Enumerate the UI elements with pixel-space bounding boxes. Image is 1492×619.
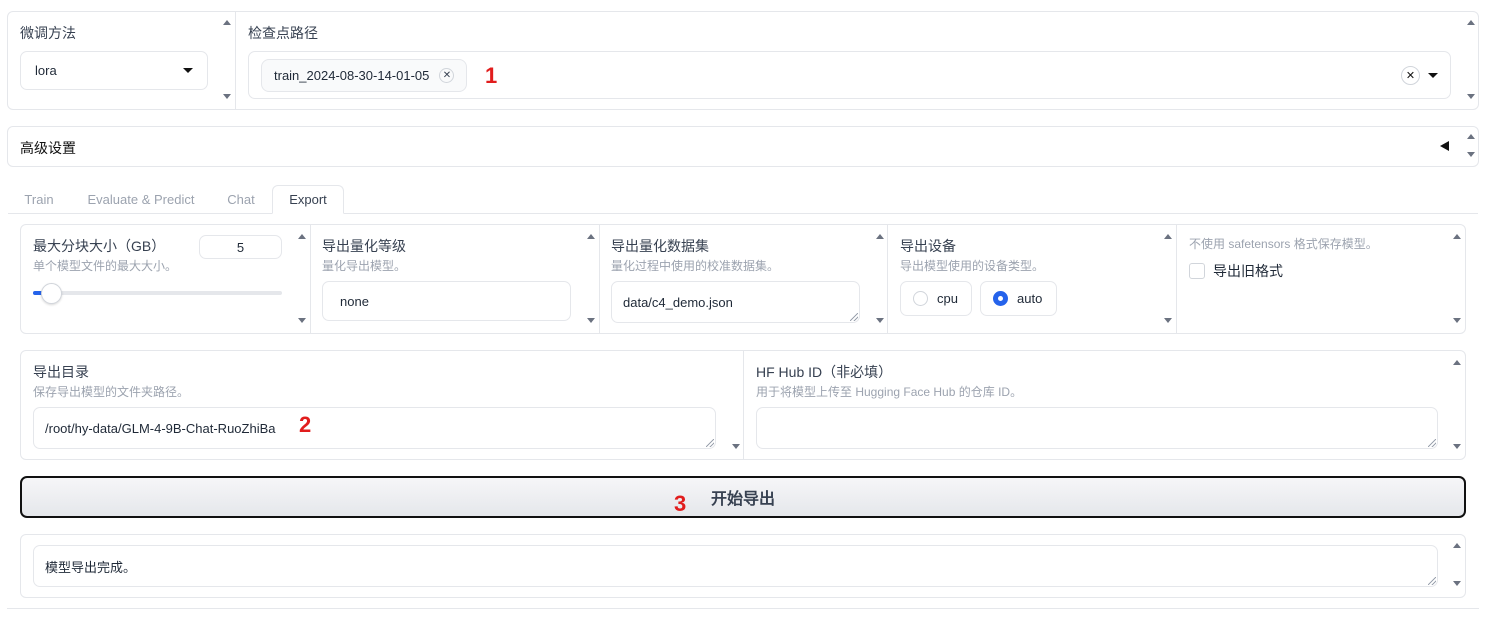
scroll-up-icon[interactable]	[1467, 134, 1475, 139]
checkpoint-multiselect[interactable]: train_2024-08-30-14-01-05 ✕ ✕	[248, 51, 1451, 99]
export-dir-value: /root/hy-data/GLM-4-9B-Chat-RuoZhiBa	[45, 420, 276, 436]
export-dir-textbox[interactable]: /root/hy-data/GLM-4-9B-Chat-RuoZhiBa	[33, 407, 716, 449]
tab-export[interactable]: Export	[272, 185, 344, 214]
resize-handle-icon[interactable]	[706, 439, 714, 447]
quant-bit-value: none	[340, 293, 369, 309]
annotation-number-1: 1	[485, 63, 498, 88]
chevron-down-icon	[183, 68, 193, 73]
device-option-cpu-label: cpu	[937, 291, 958, 306]
quant-dataset-label: 导出量化数据集	[611, 238, 709, 254]
finetune-label: 微调方法	[20, 25, 76, 41]
max-shard-slider-track[interactable]	[33, 291, 282, 295]
chevron-down-icon[interactable]	[1428, 72, 1438, 78]
scroll-down-icon[interactable]	[1164, 318, 1172, 323]
legacy-format-label: 导出旧格式	[1213, 263, 1283, 279]
column-divider	[310, 225, 311, 333]
quant-bit-label: 导出量化等级	[322, 238, 406, 254]
annotation-number-2: 2	[299, 412, 312, 437]
scroll-up-icon[interactable]	[876, 234, 884, 239]
quant-dataset-textbox[interactable]: data/c4_demo.json	[611, 281, 860, 323]
scroll-up-icon[interactable]	[1453, 543, 1461, 548]
legacy-format-hint: 不使用 safetensors 格式保存模型。	[1189, 237, 1378, 251]
clear-icon[interactable]: ✕	[1401, 65, 1420, 85]
device-hint: 导出模型使用的设备类型。	[900, 259, 1045, 273]
scroll-down-icon[interactable]	[587, 318, 595, 323]
hub-id-label: HF Hub ID（非必填）	[756, 364, 893, 380]
max-shard-label: 最大分块大小（GB）	[33, 238, 166, 254]
collapse-triangle-icon[interactable]	[1440, 141, 1449, 151]
advanced-settings-accordion[interactable]	[7, 126, 1479, 167]
scroll-up-icon[interactable]	[1453, 360, 1461, 365]
finetune-select[interactable]: lora	[20, 51, 208, 90]
export-dir-label: 导出目录	[33, 364, 89, 380]
tab-chat[interactable]: Chat	[218, 185, 264, 214]
start-export-button[interactable]: 开始导出	[20, 476, 1466, 518]
hub-id-hint: 用于将模型上传至 Hugging Face Hub 的仓库 ID。	[756, 385, 1023, 399]
checkpoint-label: 检查点路径	[248, 25, 318, 41]
radio-checked-icon	[993, 291, 1008, 306]
column-divider	[887, 225, 888, 333]
quant-bit-hint: 量化导出模型。	[322, 259, 407, 273]
top-row-divider	[235, 12, 236, 109]
column-divider	[743, 351, 744, 459]
resize-handle-icon[interactable]	[1428, 439, 1436, 447]
resize-handle-icon[interactable]	[850, 313, 858, 321]
legacy-format-checkbox[interactable]: 导出旧格式	[1189, 261, 1283, 281]
checkpoint-tag: train_2024-08-30-14-01-05 ✕	[261, 58, 468, 92]
hub-id-textbox[interactable]	[756, 407, 1438, 449]
scroll-down-icon[interactable]	[732, 444, 740, 449]
scroll-down-icon[interactable]	[1467, 152, 1475, 157]
scroll-down-icon[interactable]	[1467, 94, 1475, 99]
scroll-down-icon[interactable]	[223, 94, 231, 99]
scroll-up-icon[interactable]	[1164, 234, 1172, 239]
advanced-settings-label: 高级设置	[20, 140, 76, 156]
radio-unchecked-icon	[913, 291, 928, 306]
scroll-down-icon[interactable]	[1453, 581, 1461, 586]
checkbox-unchecked-icon	[1189, 263, 1205, 279]
scroll-up-icon[interactable]	[587, 234, 595, 239]
scroll-down-icon[interactable]	[1453, 444, 1461, 449]
column-divider	[599, 225, 600, 333]
export-dir-hint: 保存导出模型的文件夹路径。	[33, 385, 190, 399]
max-shard-value: 5	[236, 239, 245, 255]
scroll-down-icon[interactable]	[876, 318, 884, 323]
quant-bit-dropdown[interactable]: none	[322, 281, 571, 321]
device-option-auto-label: auto	[1017, 291, 1043, 306]
scroll-down-icon[interactable]	[1453, 318, 1461, 323]
scroll-up-icon[interactable]	[1467, 20, 1475, 25]
quant-dataset-value: data/c4_demo.json	[623, 294, 733, 310]
column-divider	[1176, 225, 1177, 333]
resize-handle-icon[interactable]	[1428, 577, 1436, 585]
max-shard-hint: 单个模型文件的最大大小。	[33, 259, 178, 273]
quant-dataset-hint: 量化过程中使用的校准数据集。	[611, 259, 780, 273]
max-shard-number-input[interactable]: 5	[199, 235, 282, 259]
device-option-auto[interactable]: auto	[980, 281, 1057, 316]
tab-evaluate-predict[interactable]: Evaluate & Predict	[80, 185, 202, 214]
scroll-down-icon[interactable]	[298, 318, 306, 323]
max-shard-slider-thumb[interactable]	[40, 283, 62, 304]
annotation-number-3: 3	[674, 491, 687, 516]
scroll-up-icon[interactable]	[1453, 234, 1461, 239]
start-export-label: 开始导出	[710, 491, 775, 508]
tab-train[interactable]: Train	[14, 185, 64, 214]
device-label: 导出设备	[900, 238, 956, 254]
scroll-up-icon[interactable]	[298, 234, 306, 239]
tag-remove-icon[interactable]: ✕	[439, 67, 455, 83]
device-option-cpu[interactable]: cpu	[900, 281, 972, 316]
output-textbox[interactable]: 模型导出完成。	[33, 545, 1438, 587]
outer-panel-bottom	[7, 608, 1479, 609]
scroll-up-icon[interactable]	[223, 20, 231, 25]
checkpoint-tag-label: train_2024-08-30-14-01-05	[274, 67, 430, 83]
output-value: 模型导出完成。	[45, 559, 137, 575]
finetune-value: lora	[35, 63, 57, 78]
